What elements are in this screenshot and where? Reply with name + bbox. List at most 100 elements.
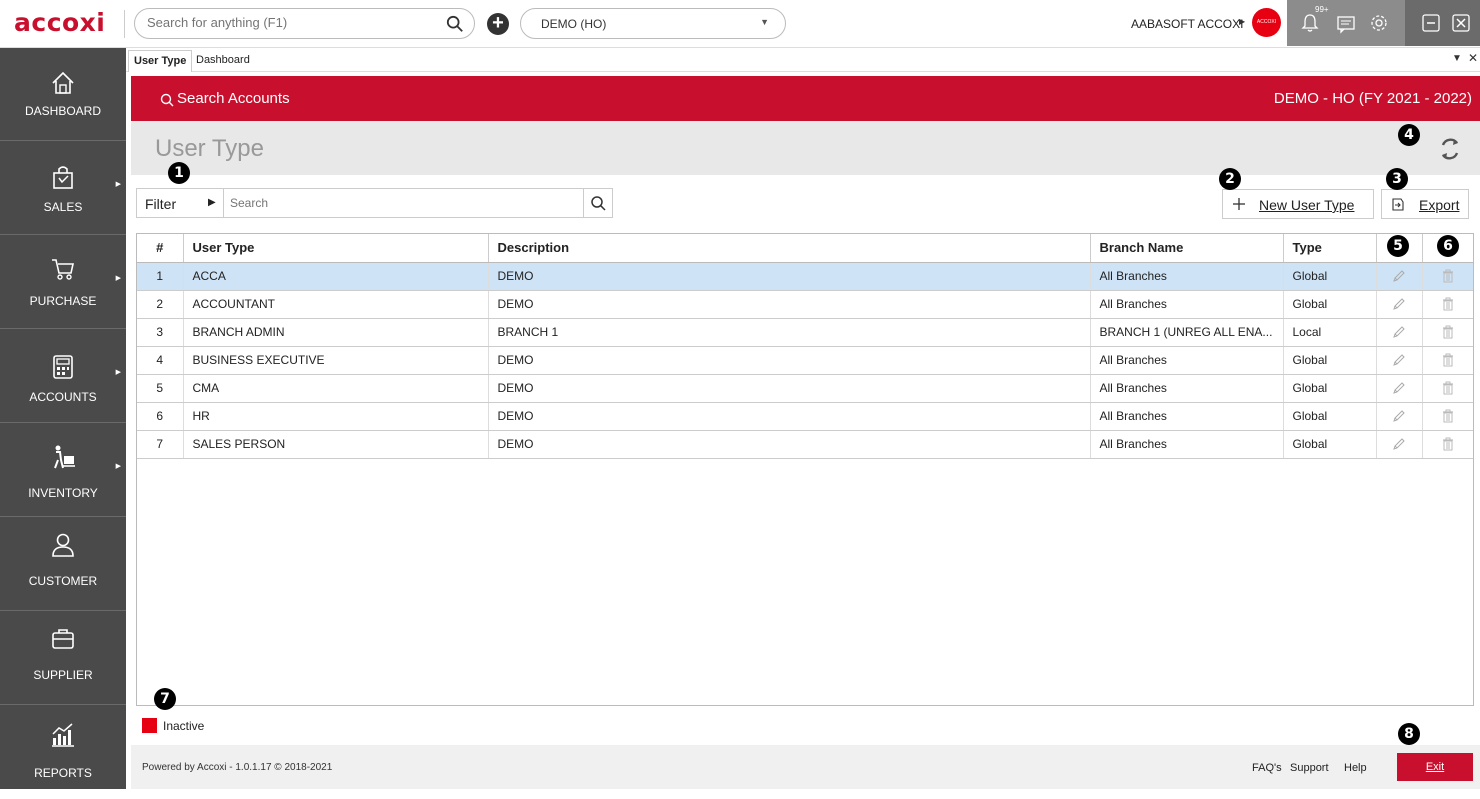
export-button[interactable]: Export bbox=[1381, 189, 1469, 219]
close-icon[interactable] bbox=[1451, 13, 1471, 33]
delete-button[interactable] bbox=[1422, 290, 1473, 319]
cell-number: 3 bbox=[137, 318, 184, 347]
minimize-icon[interactable] bbox=[1421, 13, 1441, 33]
table-header-row: # User Type Description Branch Name Type bbox=[137, 234, 1473, 263]
refresh-icon[interactable] bbox=[1436, 135, 1464, 163]
new-user-type-label: New User Type bbox=[1259, 197, 1355, 213]
bell-icon[interactable] bbox=[1300, 13, 1320, 33]
tab-list-dropdown-icon[interactable]: ▼ bbox=[1452, 53, 1462, 64]
gear-icon[interactable] bbox=[1369, 13, 1389, 33]
pencil-icon bbox=[1393, 298, 1405, 310]
accoxi-logo[interactable]: accoxi bbox=[14, 8, 105, 37]
trash-icon bbox=[1442, 325, 1453, 339]
reports-icon bbox=[52, 723, 74, 747]
quick-add-button[interactable]: + bbox=[487, 13, 509, 35]
sidebar-item-sales[interactable]: SALES ▶ bbox=[0, 142, 126, 235]
cell-user-type: BUSINESS EXECUTIVE bbox=[183, 346, 489, 375]
table-row[interactable]: 4 BUSINESS EXECUTIVE DEMO All Branches Globa… bbox=[137, 346, 1473, 375]
sidebar-item-accounts[interactable]: ACCOUNTS ▶ bbox=[0, 330, 126, 423]
cell-branch-name: BRANCH 1 (UNREG ALL ENA... bbox=[1090, 318, 1284, 347]
trash-icon bbox=[1442, 437, 1453, 451]
filter-expand-icon[interactable]: ▶ bbox=[208, 197, 216, 208]
faq-link[interactable]: FAQ's bbox=[1252, 762, 1282, 774]
delete-button[interactable] bbox=[1422, 346, 1473, 375]
edit-button[interactable] bbox=[1376, 430, 1423, 459]
cell-branch-name: All Branches bbox=[1090, 402, 1284, 431]
message-icon[interactable] bbox=[1336, 14, 1356, 34]
exit-button[interactable]: Exit bbox=[1397, 753, 1473, 781]
cell-user-type: BRANCH ADMIN bbox=[183, 318, 489, 347]
delete-button[interactable] bbox=[1422, 318, 1473, 347]
support-link[interactable]: Support bbox=[1290, 762, 1329, 774]
table-row[interactable]: 6 HR DEMO All Branches Global bbox=[137, 402, 1473, 431]
column-header-type[interactable]: Type bbox=[1283, 234, 1377, 263]
company-select[interactable]: DEMO (HO) ▼ bbox=[520, 8, 786, 39]
cell-type: Global bbox=[1283, 374, 1377, 403]
sidebar-item-label: SUPPLIER bbox=[33, 668, 93, 682]
column-header-description[interactable]: Description bbox=[488, 234, 1091, 263]
caret-right-icon: ▶ bbox=[115, 369, 121, 376]
company-select-value: DEMO (HO) bbox=[541, 17, 607, 31]
global-search-box[interactable] bbox=[134, 8, 475, 39]
edit-button[interactable] bbox=[1376, 402, 1423, 431]
table-row[interactable]: 2 ACCOUNTANT DEMO All Branches Global bbox=[137, 290, 1473, 319]
user-type-table: # User Type Description Branch Name Type… bbox=[136, 233, 1474, 706]
top-bar: accoxi + DEMO (HO) ▼ AABASOFT ACCOXI ▶ A… bbox=[0, 0, 1480, 48]
new-user-type-button[interactable]: New User Type bbox=[1222, 189, 1374, 219]
sidebar-item-supplier[interactable]: SUPPLIER bbox=[0, 612, 126, 705]
tab-user-type[interactable]: User Type bbox=[128, 50, 193, 72]
cell-description: BRANCH 1 bbox=[488, 318, 1091, 347]
filter-button[interactable]: Filter bbox=[145, 196, 176, 212]
sidebar-item-purchase[interactable]: PURCHASE ▶ bbox=[0, 236, 126, 329]
column-header-user-type[interactable]: User Type bbox=[183, 234, 489, 263]
callout-badge: 7 bbox=[154, 688, 176, 710]
edit-button[interactable] bbox=[1376, 318, 1423, 347]
sidebar-item-inventory[interactable]: INVENTORY ▶ bbox=[0, 424, 126, 517]
data-table: # User Type Description Branch Name Type… bbox=[137, 234, 1473, 459]
cell-number: 2 bbox=[137, 290, 184, 319]
cell-type: Local bbox=[1283, 318, 1377, 347]
close-tab-icon[interactable]: ✕ bbox=[1468, 51, 1478, 65]
cell-type: Global bbox=[1283, 290, 1377, 319]
search-icon[interactable] bbox=[590, 195, 607, 212]
search-accounts-link[interactable]: Search Accounts bbox=[177, 90, 290, 107]
sidebar-item-label: REPORTS bbox=[34, 766, 92, 780]
delete-button[interactable] bbox=[1422, 262, 1473, 291]
sidebar-item-reports[interactable]: REPORTS bbox=[0, 706, 126, 799]
delete-button[interactable] bbox=[1422, 402, 1473, 431]
avatar[interactable]: ACCOXI bbox=[1252, 8, 1281, 37]
table-row[interactable]: 1 ACCA DEMO All Branches Global bbox=[137, 262, 1473, 291]
cell-branch-name: All Branches bbox=[1090, 430, 1284, 459]
column-header-branch-name[interactable]: Branch Name bbox=[1090, 234, 1284, 263]
edit-button[interactable] bbox=[1376, 290, 1423, 319]
search-icon[interactable] bbox=[160, 93, 174, 107]
trash-icon bbox=[1442, 381, 1453, 395]
table-row[interactable]: 7 SALES PERSON DEMO All Branches Global bbox=[137, 430, 1473, 459]
cell-user-type: HR bbox=[183, 402, 489, 431]
search-icon[interactable] bbox=[446, 15, 464, 33]
sidebar-item-customer[interactable]: CUSTOMER bbox=[0, 518, 126, 611]
search-input[interactable] bbox=[230, 196, 580, 210]
delete-button[interactable] bbox=[1422, 374, 1473, 403]
callout-badge: 5 bbox=[1387, 235, 1409, 257]
edit-button[interactable] bbox=[1376, 346, 1423, 375]
sidebar-item-dashboard[interactable]: DASHBOARD bbox=[0, 48, 126, 141]
divider bbox=[583, 189, 584, 217]
caret-right-icon[interactable]: ▶ bbox=[1239, 17, 1245, 26]
cell-user-type: ACCA bbox=[183, 262, 489, 291]
pencil-icon bbox=[1393, 382, 1405, 394]
global-search-input[interactable] bbox=[147, 15, 437, 30]
tab-dashboard[interactable]: Dashboard bbox=[191, 50, 255, 72]
table-row[interactable]: 3 BRANCH ADMIN BRANCH 1 BRANCH 1 (UNREG ALL… bbox=[137, 318, 1473, 347]
divider bbox=[223, 189, 224, 217]
cell-type: Global bbox=[1283, 346, 1377, 375]
shopping-bag-icon bbox=[53, 166, 73, 189]
edit-button[interactable] bbox=[1376, 374, 1423, 403]
table-row[interactable]: 5 CMA DEMO All Branches Global bbox=[137, 374, 1473, 403]
delete-button[interactable] bbox=[1422, 430, 1473, 459]
user-name[interactable]: AABASOFT ACCOXI bbox=[1131, 17, 1243, 31]
sidebar: DASHBOARD SALES ▶ PURCHASE ▶ ACCOUNTS ▶ … bbox=[0, 48, 126, 789]
help-link[interactable]: Help bbox=[1344, 762, 1367, 774]
column-header-number[interactable]: # bbox=[137, 234, 184, 263]
edit-button[interactable] bbox=[1376, 262, 1423, 291]
